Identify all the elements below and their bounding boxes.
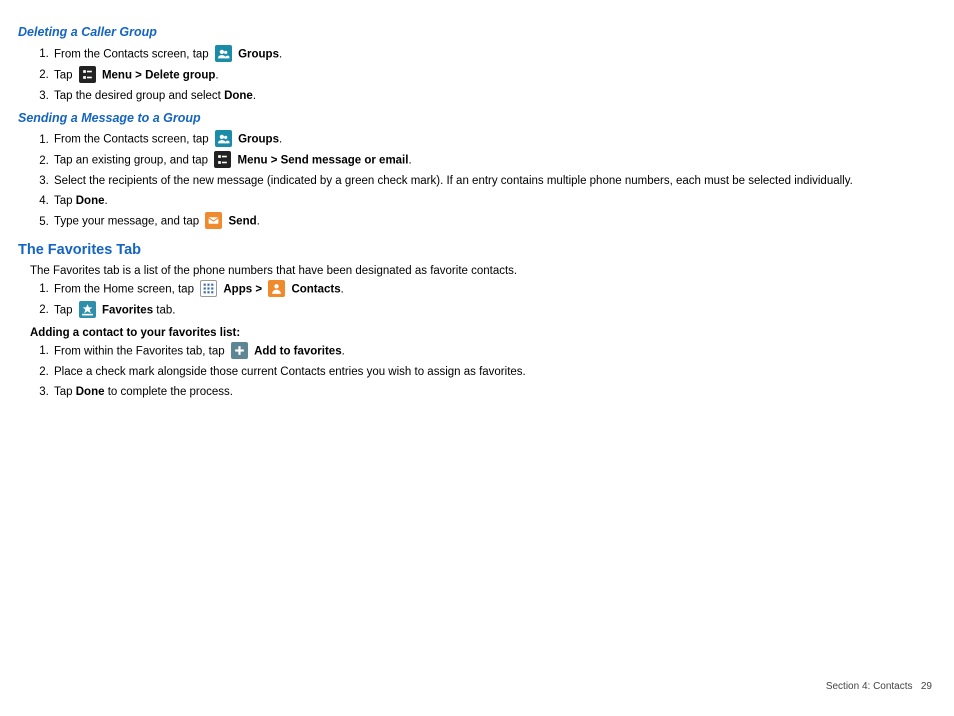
period: . bbox=[408, 155, 411, 167]
add-icon bbox=[231, 342, 248, 359]
subheading-adding-favorite: Adding a contact to your favorites list: bbox=[30, 325, 936, 341]
list-item: Tap Done to complete the process. bbox=[52, 384, 936, 400]
step-text: From the Contacts screen, tap bbox=[54, 134, 212, 146]
list-add-favorites: From within the Favorites tab, tap Add t… bbox=[18, 343, 936, 400]
footer-page: 29 bbox=[921, 681, 932, 692]
sublabel-text: Adding a contact to your favorites list: bbox=[30, 327, 240, 339]
period: . bbox=[279, 134, 282, 146]
list-item: Tap Done. bbox=[52, 193, 936, 209]
heading-favorites-tab: The Favorites Tab bbox=[18, 240, 936, 260]
step-bold: Groups bbox=[238, 134, 279, 146]
step-text: Tap an existing group, and tap bbox=[54, 155, 211, 167]
list-item: Place a check mark alongside those curre… bbox=[52, 364, 936, 380]
menu-icon bbox=[214, 151, 231, 168]
step-bold: Done bbox=[76, 386, 105, 398]
step-text: From the Home screen, tap bbox=[54, 283, 197, 295]
apps-icon bbox=[200, 280, 217, 297]
send-icon bbox=[205, 212, 222, 229]
step-text: From within the Favorites tab, tap bbox=[54, 345, 228, 357]
step-bold: Menu > Delete group bbox=[102, 69, 215, 81]
favorites-icon bbox=[79, 301, 96, 318]
page-footer: Section 4: Contacts 29 bbox=[826, 680, 932, 694]
step-bold: Contacts bbox=[291, 283, 340, 295]
step-bold: Send bbox=[229, 216, 257, 228]
list-item: Tap an existing group, and tap Menu > Se… bbox=[52, 152, 936, 169]
footer-section: Section 4: Contacts bbox=[826, 681, 913, 692]
groups-icon bbox=[215, 45, 232, 62]
step-bold: Add to favorites bbox=[254, 345, 342, 357]
menu-icon bbox=[79, 66, 96, 83]
step-bold: Done bbox=[224, 90, 253, 102]
list-item: From the Contacts screen, tap Groups. bbox=[52, 46, 936, 63]
groups-icon bbox=[215, 130, 232, 147]
step-text: tab. bbox=[153, 304, 175, 316]
step-bold: Groups bbox=[238, 48, 279, 60]
step-bold: Favorites bbox=[102, 304, 153, 316]
step-text: Tap the desired group and select bbox=[54, 90, 224, 102]
step-bold: Done bbox=[76, 195, 105, 207]
step-text: From the Contacts screen, tap bbox=[54, 48, 212, 60]
step-text: Type your message, and tap bbox=[54, 216, 202, 228]
step-text: to complete the process. bbox=[108, 386, 233, 398]
period: . bbox=[253, 90, 256, 102]
period: . bbox=[341, 283, 344, 295]
list-item: Tap Menu > Delete group. bbox=[52, 67, 936, 84]
period: . bbox=[105, 195, 108, 207]
step-bold: Apps > bbox=[223, 283, 265, 295]
list-item: Tap Favorites tab. bbox=[52, 302, 936, 319]
step-bold: Menu > Send message or email bbox=[237, 155, 408, 167]
heading-deleting-group: Deleting a Caller Group bbox=[18, 24, 936, 42]
list-item: Type your message, and tap Send. bbox=[52, 213, 936, 230]
heading-sending-message: Sending a Message to a Group bbox=[18, 110, 936, 128]
list-item: From the Contacts screen, tap Groups. bbox=[52, 131, 936, 148]
list-deleting: From the Contacts screen, tap Groups. Ta… bbox=[18, 46, 936, 104]
list-item: Tap the desired group and select Done. bbox=[52, 88, 936, 104]
step-text: Tap bbox=[54, 69, 76, 81]
step-text: Tap bbox=[54, 304, 76, 316]
period: . bbox=[279, 48, 282, 60]
step-text: Place a check mark alongside those curre… bbox=[54, 366, 526, 378]
list-item: From the Home screen, tap Apps > Contact… bbox=[52, 281, 936, 298]
period: . bbox=[257, 216, 260, 228]
list-sending: From the Contacts screen, tap Groups. Ta… bbox=[18, 131, 936, 230]
list-item: From within the Favorites tab, tap Add t… bbox=[52, 343, 936, 360]
period: . bbox=[215, 69, 218, 81]
contacts-icon bbox=[268, 280, 285, 297]
period: . bbox=[342, 345, 345, 357]
list-favorites: From the Home screen, tap Apps > Contact… bbox=[18, 281, 936, 319]
step-text: Tap bbox=[54, 386, 76, 398]
step-text: Tap bbox=[54, 195, 76, 207]
step-text: Select the recipients of the new message… bbox=[54, 175, 853, 187]
list-item: Select the recipients of the new message… bbox=[52, 173, 936, 189]
intro-text: The Favorites tab is a list of the phone… bbox=[30, 263, 936, 279]
